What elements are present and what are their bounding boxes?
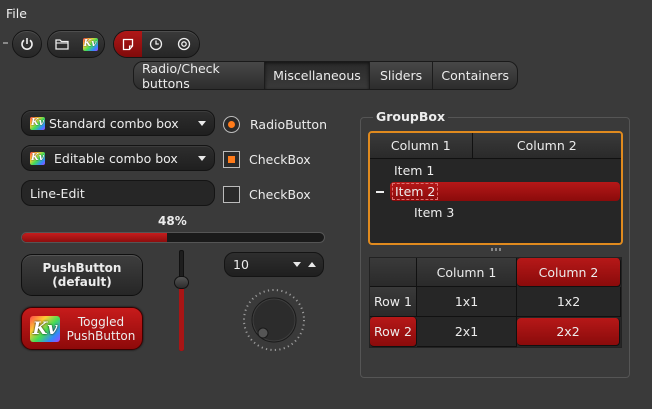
progress-bar (21, 232, 325, 243)
tree-item[interactable]: Item 3 (370, 202, 621, 223)
line-edit[interactable]: Line-Edit (21, 180, 215, 206)
tab-bar: Radio/Check buttons Miscellaneous Slider… (133, 61, 518, 90)
checkbox-checked[interactable]: CheckBox (223, 151, 311, 168)
kv-logo-button[interactable]: Kv (76, 31, 104, 57)
radio-button[interactable]: RadioButton (223, 116, 327, 133)
table-cell[interactable]: 1x2 (517, 287, 621, 317)
table-cell[interactable]: 1x1 (417, 287, 517, 317)
combo-value: Standard combo box (49, 115, 179, 131)
tree-item-label: Item 3 (414, 205, 455, 220)
toggled-push-button[interactable]: Kv Toggled PushButton (21, 307, 143, 350)
menu-file[interactable]: File (6, 6, 27, 21)
checkbox-indicator[interactable] (223, 186, 240, 203)
tree-header: Column 1 Column 2 (370, 133, 621, 159)
progress-label: 48% (158, 214, 187, 228)
table-header-column-2[interactable]: Column 2 (517, 258, 621, 287)
target-button[interactable] (170, 31, 198, 57)
toggled-line1: Toggled (77, 314, 125, 329)
slider-handle[interactable] (174, 276, 189, 290)
slider-fill (179, 282, 184, 351)
checkbox-unchecked[interactable]: CheckBox (223, 186, 311, 203)
spin-box-value[interactable]: 10 (233, 257, 293, 272)
tree-header-column-2[interactable]: Column 2 (473, 133, 621, 158)
tree-item[interactable]: Item 1 (370, 160, 621, 181)
table-corner-button[interactable] (370, 258, 417, 287)
note-button[interactable] (114, 31, 142, 57)
clock-button[interactable] (142, 31, 170, 57)
tree-header-column-1[interactable]: Column 1 (370, 133, 473, 158)
tab-sliders[interactable]: Sliders (370, 62, 434, 89)
table-cell-selected[interactable]: 2x2 (517, 318, 620, 346)
vertical-slider[interactable] (174, 250, 190, 351)
chevron-down-icon[interactable] (198, 120, 206, 126)
note-icon (122, 38, 134, 50)
checkbox-label: CheckBox (249, 187, 311, 202)
chevron-down-icon[interactable] (198, 155, 206, 161)
kv-logo-icon: Kv (30, 116, 45, 130)
folder-icon (55, 39, 69, 50)
radio-label: RadioButton (250, 117, 327, 132)
tree-view[interactable]: Column 1 Column 2 Item 1 Item 2 Item 3 (368, 131, 623, 245)
checkbox-indicator[interactable] (223, 151, 240, 168)
checkbox-label: CheckBox (249, 152, 311, 167)
tab-containers[interactable]: Containers (433, 62, 517, 89)
toolbar-group-1 (12, 30, 42, 58)
table-view[interactable]: Column 1 Column 2 Row 1 1x1 1x2 Row 2 2x… (369, 257, 622, 348)
toolbar-group-2: Kv (47, 30, 105, 58)
tab-miscellaneous[interactable]: Miscellaneous (265, 62, 370, 89)
power-button[interactable] (13, 31, 41, 57)
standard-combo-box[interactable]: Kv Standard combo box (21, 110, 215, 136)
collapse-icon[interactable] (376, 191, 384, 193)
toolbar-group-3 (113, 30, 200, 58)
table-row-header[interactable]: Row 2 (370, 317, 417, 347)
power-icon (21, 38, 33, 50)
line-edit-value: Line-Edit (30, 185, 85, 201)
push-button-line2: (default) (52, 275, 112, 289)
table-cell[interactable]: 2x1 (417, 317, 517, 347)
clock-icon (149, 37, 163, 51)
kv-logo-icon: Kv (30, 315, 60, 342)
table-row-header[interactable]: Row 1 (370, 287, 417, 317)
tree-item-label: Item 2 (392, 183, 439, 200)
toggled-line2: PushButton (66, 328, 136, 343)
tree-item-label: Item 1 (394, 163, 435, 178)
editable-combo-box[interactable]: Kv Editable combo box (21, 145, 215, 171)
spin-down-icon[interactable] (293, 262, 301, 267)
dial[interactable] (240, 286, 308, 354)
open-folder-button[interactable] (48, 31, 76, 57)
kv-logo-icon: Kv (82, 37, 98, 51)
dial-handle[interactable] (257, 327, 269, 339)
progress-fill (22, 233, 167, 242)
table-header-column-1[interactable]: Column 1 (417, 258, 517, 287)
push-button-default[interactable]: PushButton (default) (21, 254, 143, 296)
toolbar-grip[interactable] (3, 42, 8, 44)
kv-logo-icon: Kv (30, 151, 45, 165)
spin-up-icon[interactable] (308, 262, 316, 267)
target-icon (177, 37, 191, 51)
radio-indicator[interactable] (223, 116, 240, 133)
spin-box[interactable]: 10 (224, 252, 324, 277)
tree-item-selected[interactable]: Item 2 (370, 181, 621, 202)
tab-radio-check-buttons[interactable]: Radio/Check buttons (134, 62, 266, 89)
push-button-line1: PushButton (42, 261, 122, 275)
combo-value[interactable]: Editable combo box (54, 151, 198, 166)
group-box-title: GroupBox (373, 109, 449, 124)
splitter-handle[interactable] (488, 248, 504, 253)
